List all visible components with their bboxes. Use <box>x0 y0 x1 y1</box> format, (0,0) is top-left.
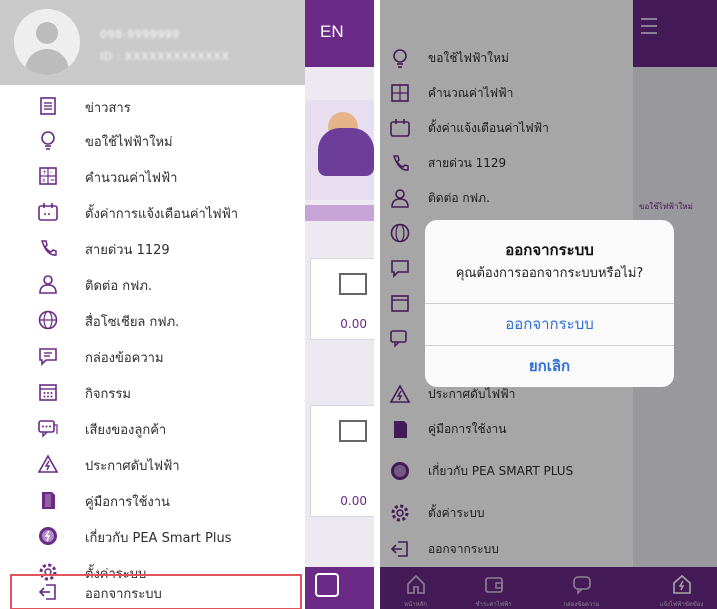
profile-id: ID : XXXXXXXXXXXXX <box>100 50 230 63</box>
message-box-icon <box>37 345 59 367</box>
globe-icon <box>37 309 59 331</box>
manual-icon <box>37 489 59 511</box>
menu-item-hotline[interactable]: สายด่วน 1129 <box>0 230 305 266</box>
menu-item-logout[interactable]: ออกจากระบบ <box>10 574 302 609</box>
menu-item-label: กล่องข้อความ <box>85 351 164 366</box>
menu-item-label: ออกจากระบบ <box>85 587 162 602</box>
background-bottom-bar <box>305 567 374 609</box>
menu-item-news[interactable]: ข่าวสาร <box>0 88 305 124</box>
calendar-icon <box>37 381 59 403</box>
menu-item-inbox[interactable]: กล่องข้อความ <box>0 338 305 374</box>
menu-item-contact[interactable]: ติดต่อ กฟภ. <box>0 266 305 302</box>
menu-item-label: สายด่วน 1129 <box>85 243 170 258</box>
menu-item-social[interactable]: สื่อโซเชียล กฟภ. <box>0 302 305 338</box>
right-screen: ขอใช้ไฟฟ้าใหม่ ขอใช้ไฟฟ้าใหม่ คำนวณค่าไฟ… <box>380 0 717 609</box>
background-strip <box>305 205 374 221</box>
background-bill-card: 0.00 <box>310 258 374 340</box>
menu-item-customer-voice[interactable]: เสียงของลูกค้า <box>0 410 305 446</box>
menu-item-activities[interactable]: กิจกรรม <box>0 374 305 410</box>
dialog-title: ออกจากระบบ <box>505 241 594 259</box>
contact-person-icon <box>37 273 59 295</box>
barcode-icon <box>339 420 367 442</box>
logout-icon <box>37 581 59 603</box>
logout-confirm-dialog: ออกจากระบบ คุณต้องการออกจากระบบหรือไม่? … <box>425 220 674 387</box>
menu-item-label: ประกาศดับไฟฟ้า <box>85 459 180 474</box>
about-pea-icon <box>37 525 59 547</box>
menu-item-label: ข่าวสาร <box>85 101 131 116</box>
svg-text:-: - <box>50 169 52 176</box>
report-outage-icon <box>315 573 339 597</box>
menu-item-label: กิจกรรม <box>85 387 131 402</box>
menu-item-about[interactable]: เกี่ยวกับ PEA Smart Plus <box>0 518 305 554</box>
menu-item-outage-notice[interactable]: ประกาศดับไฟฟ้า <box>0 446 305 482</box>
bill-amount: 0.00 <box>340 317 367 331</box>
dialog-message: คุณต้องการออกจากระบบหรือไม่? <box>455 266 644 281</box>
language-toggle[interactable]: EN <box>320 22 344 42</box>
menu-item-label: สื่อโซเชียล กฟภ. <box>85 315 180 330</box>
background-bill-card: 0.00 <box>310 405 374 517</box>
confirm-logout-button[interactable]: ออกจากระบบ <box>425 304 674 345</box>
menu-item-bill-alert[interactable]: ตั้งค่าการแจ้งเตือนค่าไฟฟ้า <box>0 194 305 230</box>
banner-car <box>318 128 374 176</box>
profile-phone: 098-9999999 <box>100 28 180 41</box>
calculator-icon: + - x = <box>37 165 59 187</box>
phone-icon <box>37 237 59 259</box>
news-icon <box>37 95 59 117</box>
avatar[interactable] <box>14 9 80 75</box>
lightbulb-icon <box>37 129 59 151</box>
svg-text:x: x <box>42 177 46 184</box>
warning-icon <box>37 453 59 475</box>
menu-item-new-electricity[interactable]: ขอใช้ไฟฟ้าใหม่ <box>0 122 305 158</box>
menu-item-label: คู่มือการใช้งาน <box>85 495 170 510</box>
barcode-icon <box>339 273 367 295</box>
menu-item-label: ขอใช้ไฟฟ้าใหม่ <box>85 135 173 150</box>
menu-item-label: เสียงของลูกค้า <box>85 423 167 438</box>
menu-item-label: ติดต่อ กฟภ. <box>85 279 153 294</box>
menu-item-manual[interactable]: คู่มือการใช้งาน <box>0 482 305 518</box>
bill-alert-icon <box>37 201 59 223</box>
bill-amount: 0.00 <box>340 494 367 508</box>
menu-item-label: ตั้งค่าการแจ้งเตือนค่าไฟฟ้า <box>85 207 239 222</box>
left-screen: EN 0.00 0.00 098-9999999 ID : XXXXXXXXXX… <box>0 0 374 609</box>
profile-header: 098-9999999 ID : XXXXXXXXXXXXX <box>0 0 305 85</box>
svg-text:+: + <box>42 169 47 176</box>
chat-bubble-icon <box>37 417 59 439</box>
svg-text:=: = <box>50 177 55 184</box>
menu-item-label: เกี่ยวกับ PEA Smart Plus <box>85 531 232 546</box>
cancel-button[interactable]: ยกเลิก <box>425 346 674 387</box>
menu-item-label: คำนวณค่าไฟฟ้า <box>85 171 178 186</box>
menu-item-calculate[interactable]: + - x = คำนวณค่าไฟฟ้า <box>0 158 305 194</box>
side-drawer: 098-9999999 ID : XXXXXXXXXXXXX ข่าวสาร ข… <box>0 0 305 609</box>
